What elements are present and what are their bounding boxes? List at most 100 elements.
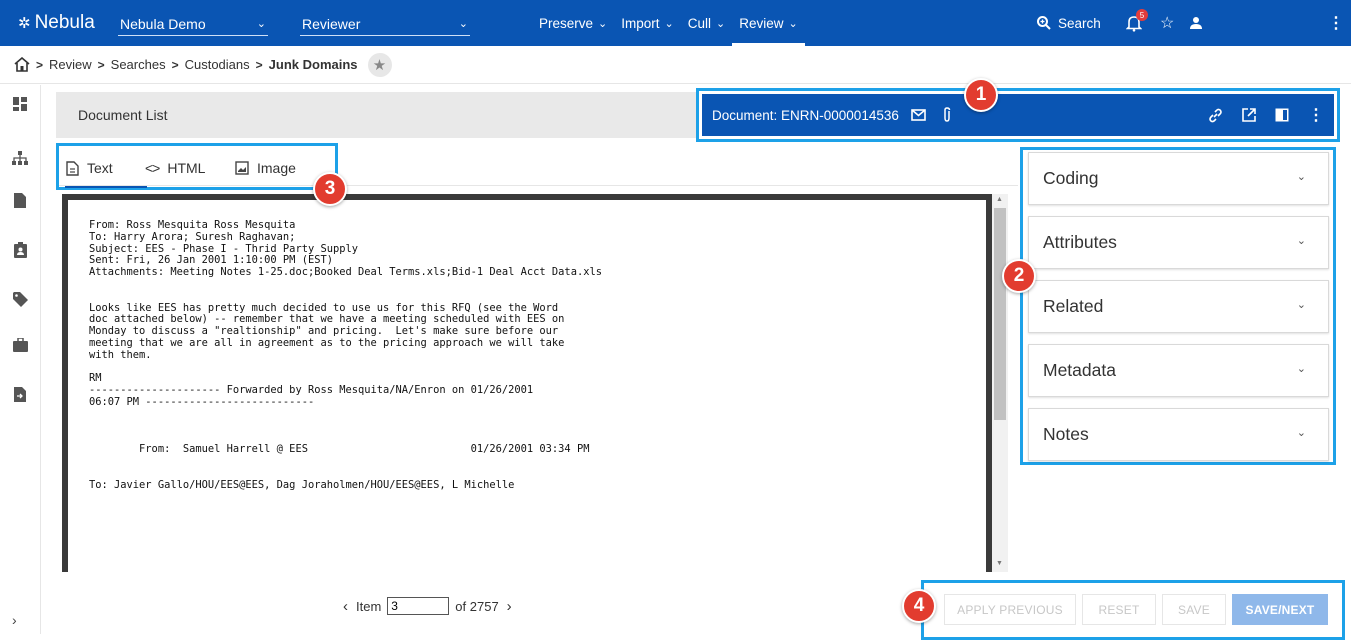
item-number-input[interactable] — [387, 597, 450, 615]
nav-preserve[interactable]: Preserve ⌄ — [532, 0, 614, 46]
nav-label: Preserve — [539, 15, 594, 31]
search-label: Search — [1058, 15, 1101, 31]
document-header: Document: ENRN-0000014536 ⋮ — [702, 94, 1334, 136]
image-icon — [235, 161, 249, 175]
chevron-down-icon: ⌄ — [458, 18, 468, 30]
nav-label: Import — [621, 15, 660, 31]
briefcase-icon[interactable] — [10, 335, 30, 355]
email-icon[interactable] — [911, 109, 926, 121]
more-vertical-icon: ⋮ — [1328, 15, 1344, 32]
user-menu-button[interactable] — [1189, 0, 1203, 46]
reset-button[interactable]: RESET — [1082, 594, 1156, 625]
nav-label: Review — [739, 15, 784, 31]
tab-html[interactable]: <> HTML — [145, 156, 205, 180]
tag-icon[interactable] — [10, 289, 30, 309]
save-button[interactable]: SAVE — [1162, 594, 1226, 625]
callout-marker-1: 1 — [964, 78, 998, 112]
role-select-value: Reviewer — [302, 15, 361, 32]
tab-text[interactable]: Text — [66, 156, 113, 180]
project-select-value: Nebula Demo — [120, 15, 206, 32]
nebula-logo[interactable]: ✲ Nebula — [18, 12, 95, 34]
chevron-down-icon: ⌄ — [1296, 363, 1306, 375]
star-icon: ★ — [372, 56, 387, 74]
document-viewer[interactable]: From: Ross Mesquita Ross Mesquita To: Ha… — [62, 194, 1012, 572]
tab-label: Image — [257, 160, 296, 176]
previous-item-icon[interactable]: ‹ — [343, 598, 348, 615]
clipboard-user-icon[interactable] — [10, 240, 30, 260]
tab-label: HTML — [167, 160, 206, 176]
scroll-up-icon[interactable]: ▲ — [996, 196, 1003, 203]
user-icon — [1190, 17, 1202, 29]
hierarchy-icon[interactable] — [10, 148, 30, 168]
more-menu-button[interactable]: ⋮ — [1328, 0, 1344, 46]
panel-related[interactable]: Related ⌄ — [1028, 280, 1329, 333]
apply-previous-button[interactable]: APPLY PREVIOUS — [944, 594, 1076, 625]
breadcrumb-separator: > — [36, 57, 44, 72]
breadcrumb-separator: > — [171, 57, 179, 72]
breadcrumb-current: Junk Domains — [268, 57, 358, 72]
star-icon: ☆ — [1160, 15, 1175, 32]
notifications-button[interactable] — [1126, 0, 1142, 46]
document-pager: ‹ Item of 2757 › — [343, 597, 512, 615]
scrollbar-thumb[interactable] — [994, 208, 1006, 420]
breadcrumb-separator: > — [97, 57, 105, 72]
document-title: Document: ENRN-0000014536 — [712, 107, 899, 123]
panel-label: Notes — [1043, 424, 1089, 444]
pager-total: of 2757 — [455, 598, 499, 614]
text-doc-icon — [66, 160, 79, 176]
document-list-label: Document List — [78, 107, 168, 123]
panel-label: Attributes — [1043, 232, 1117, 252]
next-item-icon[interactable]: › — [507, 598, 512, 615]
panel-notes[interactable]: Notes ⌄ — [1028, 408, 1329, 461]
chevron-down-icon: ⌄ — [256, 18, 266, 30]
favorites-button[interactable]: ☆ — [1160, 0, 1174, 46]
nav-cull[interactable]: Cull ⌄ — [681, 0, 732, 46]
breadcrumb-item-review[interactable]: Review — [49, 57, 92, 72]
scroll-down-icon[interactable]: ▼ — [996, 560, 1003, 567]
home-icon[interactable] — [14, 57, 30, 72]
logo-text: Nebula — [34, 12, 95, 33]
active-tab-indicator — [65, 186, 147, 188]
logo-mark-icon: ✲ — [18, 15, 31, 32]
action-buttons-highlight: APPLY PREVIOUS RESET SAVE SAVE/NEXT — [921, 580, 1345, 640]
nav-review[interactable]: Review ⌄ — [732, 0, 805, 46]
tab-label: Text — [87, 160, 113, 176]
nav-import[interactable]: Import ⌄ — [614, 0, 680, 46]
dashboard-icon[interactable] — [10, 94, 30, 114]
more-vertical-icon[interactable]: ⋮ — [1308, 105, 1324, 125]
save-next-button[interactable]: SAVE/NEXT — [1232, 594, 1328, 625]
chevron-down-icon: ⌄ — [1296, 235, 1306, 247]
export-document-icon[interactable] — [10, 384, 30, 404]
chevron-down-icon: ⌄ — [788, 17, 798, 30]
document-body-text: From: Ross Mesquita Ross Mesquita To: Ha… — [89, 219, 602, 491]
panel-coding[interactable]: Coding ⌄ — [1028, 152, 1329, 205]
nav-label: Cull — [687, 15, 711, 31]
panel-label: Metadata — [1043, 360, 1116, 380]
callout-marker-4: 4 — [902, 589, 936, 623]
document-page: From: Ross Mesquita Ross Mesquita To: Ha… — [62, 194, 992, 572]
document-list-bar[interactable]: Document List — [56, 92, 696, 138]
attachment-icon[interactable] — [942, 107, 952, 123]
main-nav: Preserve ⌄ Import ⌄ Cull ⌄ Review ⌄ — [532, 0, 805, 46]
favorite-search-button[interactable]: ★ — [367, 52, 392, 77]
panel-toggle-icon[interactable] — [1275, 108, 1289, 122]
search-button[interactable]: Search — [1036, 0, 1101, 46]
breadcrumb-item-searches[interactable]: Searches — [111, 57, 166, 72]
panel-attributes[interactable]: Attributes ⌄ — [1028, 216, 1329, 269]
review-panels-highlight: Coding ⌄ Attributes ⌄ Related ⌄ Metadata… — [1020, 147, 1336, 465]
role-select[interactable]: Reviewer ⌄ — [300, 12, 470, 36]
link-icon[interactable] — [1208, 108, 1223, 123]
document-icon[interactable] — [10, 190, 30, 210]
open-external-icon[interactable] — [1242, 108, 1256, 122]
breadcrumb-separator: > — [255, 57, 263, 72]
expand-rail-icon[interactable]: › — [12, 612, 17, 628]
panel-metadata[interactable]: Metadata ⌄ — [1028, 344, 1329, 397]
project-select[interactable]: Nebula Demo ⌄ — [118, 12, 268, 36]
pager-prefix: Item — [356, 598, 382, 614]
document-header-highlight: Document: ENRN-0000014536 ⋮ — [696, 88, 1340, 142]
panel-label: Related — [1043, 296, 1104, 316]
breadcrumb-item-custodians[interactable]: Custodians — [185, 57, 250, 72]
tab-image[interactable]: Image — [235, 156, 296, 180]
top-app-bar: ✲ Nebula Nebula Demo ⌄ Reviewer ⌄ Preser… — [0, 0, 1351, 46]
viewer-scrollbar[interactable]: ▲ ▼ — [992, 194, 1008, 572]
